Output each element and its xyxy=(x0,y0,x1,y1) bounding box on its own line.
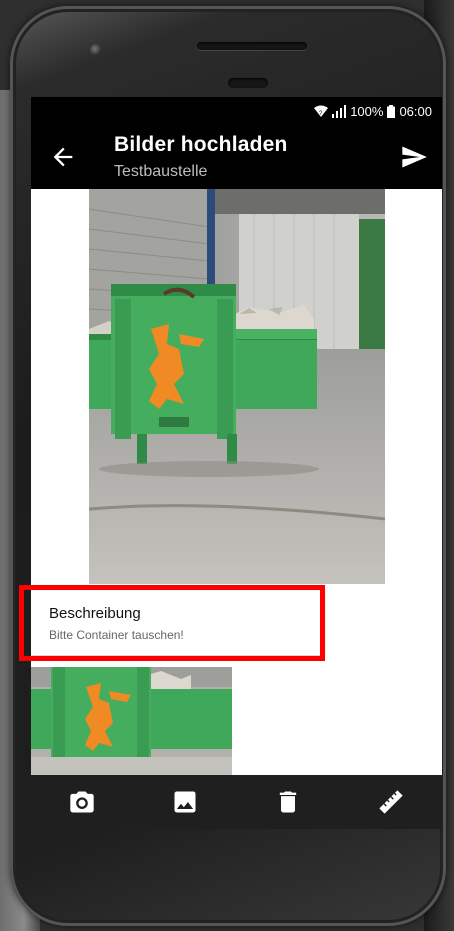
earpiece-speaker xyxy=(197,42,307,50)
back-button[interactable] xyxy=(49,143,77,171)
measure-button[interactable] xyxy=(377,788,405,816)
proximity-sensor xyxy=(228,78,268,88)
clock: 06:00 xyxy=(399,103,432,119)
arrow-back-icon xyxy=(53,147,73,167)
send-icon xyxy=(402,146,427,168)
status-bar: ? 100% 06:00 xyxy=(31,97,442,125)
front-camera xyxy=(90,44,102,56)
description-label: Beschreibung xyxy=(49,605,141,622)
image-icon xyxy=(174,791,196,813)
description-value[interactable]: Bitte Container tauschen! xyxy=(49,628,184,642)
battery-icon xyxy=(387,104,396,118)
camera-icon xyxy=(70,791,94,813)
wifi-icon: ? xyxy=(314,105,329,118)
camera-button[interactable] xyxy=(68,788,96,816)
photo-thumbnail[interactable] xyxy=(31,667,232,775)
delete-icon xyxy=(279,791,297,813)
bottom-toolbar xyxy=(31,775,442,829)
page-title: Bilder hochladen xyxy=(114,133,288,156)
send-button[interactable] xyxy=(400,143,428,171)
battery-percent: 100% xyxy=(350,103,384,119)
phone-screen: ? 100% 06:00 Bilder hochladen Testbauste… xyxy=(31,97,442,829)
photo-preview[interactable] xyxy=(89,189,385,584)
page-subtitle: Testbaustelle xyxy=(114,163,208,180)
signal-icon xyxy=(332,104,347,118)
app-bar: Bilder hochladen Testbaustelle xyxy=(31,125,442,189)
delete-button[interactable] xyxy=(274,788,302,816)
gallery-button[interactable] xyxy=(171,788,199,816)
ruler-icon xyxy=(379,790,403,814)
description-field[interactable]: Beschreibung Bitte Container tauschen! xyxy=(31,591,324,655)
